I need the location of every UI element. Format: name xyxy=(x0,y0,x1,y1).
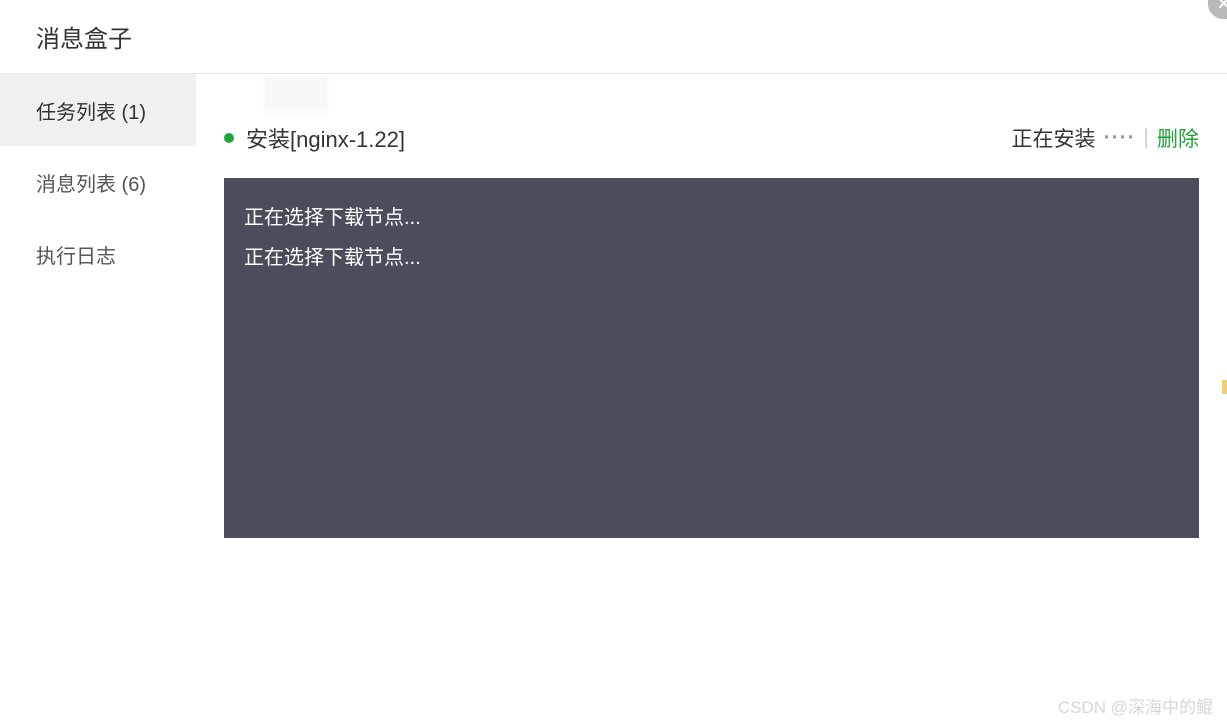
main-area: 任务列表 (1) 消息列表 (6) 执行日志 安装[nginx-1.22] 正在… xyxy=(0,74,1227,726)
sidebar-item-label: 执行日志 xyxy=(36,240,116,269)
sidebar-item-logs[interactable]: 执行日志 xyxy=(0,218,196,290)
loading-dots-icon: ···· xyxy=(1104,126,1136,150)
sidebar-item-tasks[interactable]: 任务列表 (1) xyxy=(0,74,196,146)
task-left: 安装[nginx-1.22] xyxy=(224,122,405,154)
delete-link[interactable]: 删除 xyxy=(1157,123,1199,153)
sidebar-item-label: 消息列表 (6) xyxy=(36,168,146,197)
sidebar: 任务列表 (1) 消息列表 (6) 执行日志 xyxy=(0,74,196,726)
console-line: 正在选择下载节点... xyxy=(244,238,1179,278)
sidebar-item-messages[interactable]: 消息列表 (6) xyxy=(0,146,196,218)
right-marker xyxy=(1222,380,1227,394)
blur-placeholder xyxy=(264,78,328,112)
dialog-title: 消息盒子 xyxy=(36,19,132,54)
task-header: 安装[nginx-1.22] 正在安装 ···· | 删除 xyxy=(224,122,1199,154)
console-line: 正在选择下载节点... xyxy=(244,198,1179,238)
close-icon xyxy=(1215,0,1227,12)
task-status: 正在安装 xyxy=(1012,123,1096,153)
task-right: 正在安装 ···· | 删除 xyxy=(1012,123,1199,153)
separator: | xyxy=(1144,126,1149,150)
dialog-header: 消息盒子 xyxy=(0,0,1227,74)
console-output[interactable]: 正在选择下载节点... 正在选择下载节点... xyxy=(224,178,1199,538)
content-area: 安装[nginx-1.22] 正在安装 ···· | 删除 正在选择下载节点..… xyxy=(196,74,1227,726)
sidebar-item-label: 任务列表 (1) xyxy=(36,96,146,125)
task-title: 安装[nginx-1.22] xyxy=(246,122,405,154)
status-dot-icon xyxy=(224,133,234,143)
